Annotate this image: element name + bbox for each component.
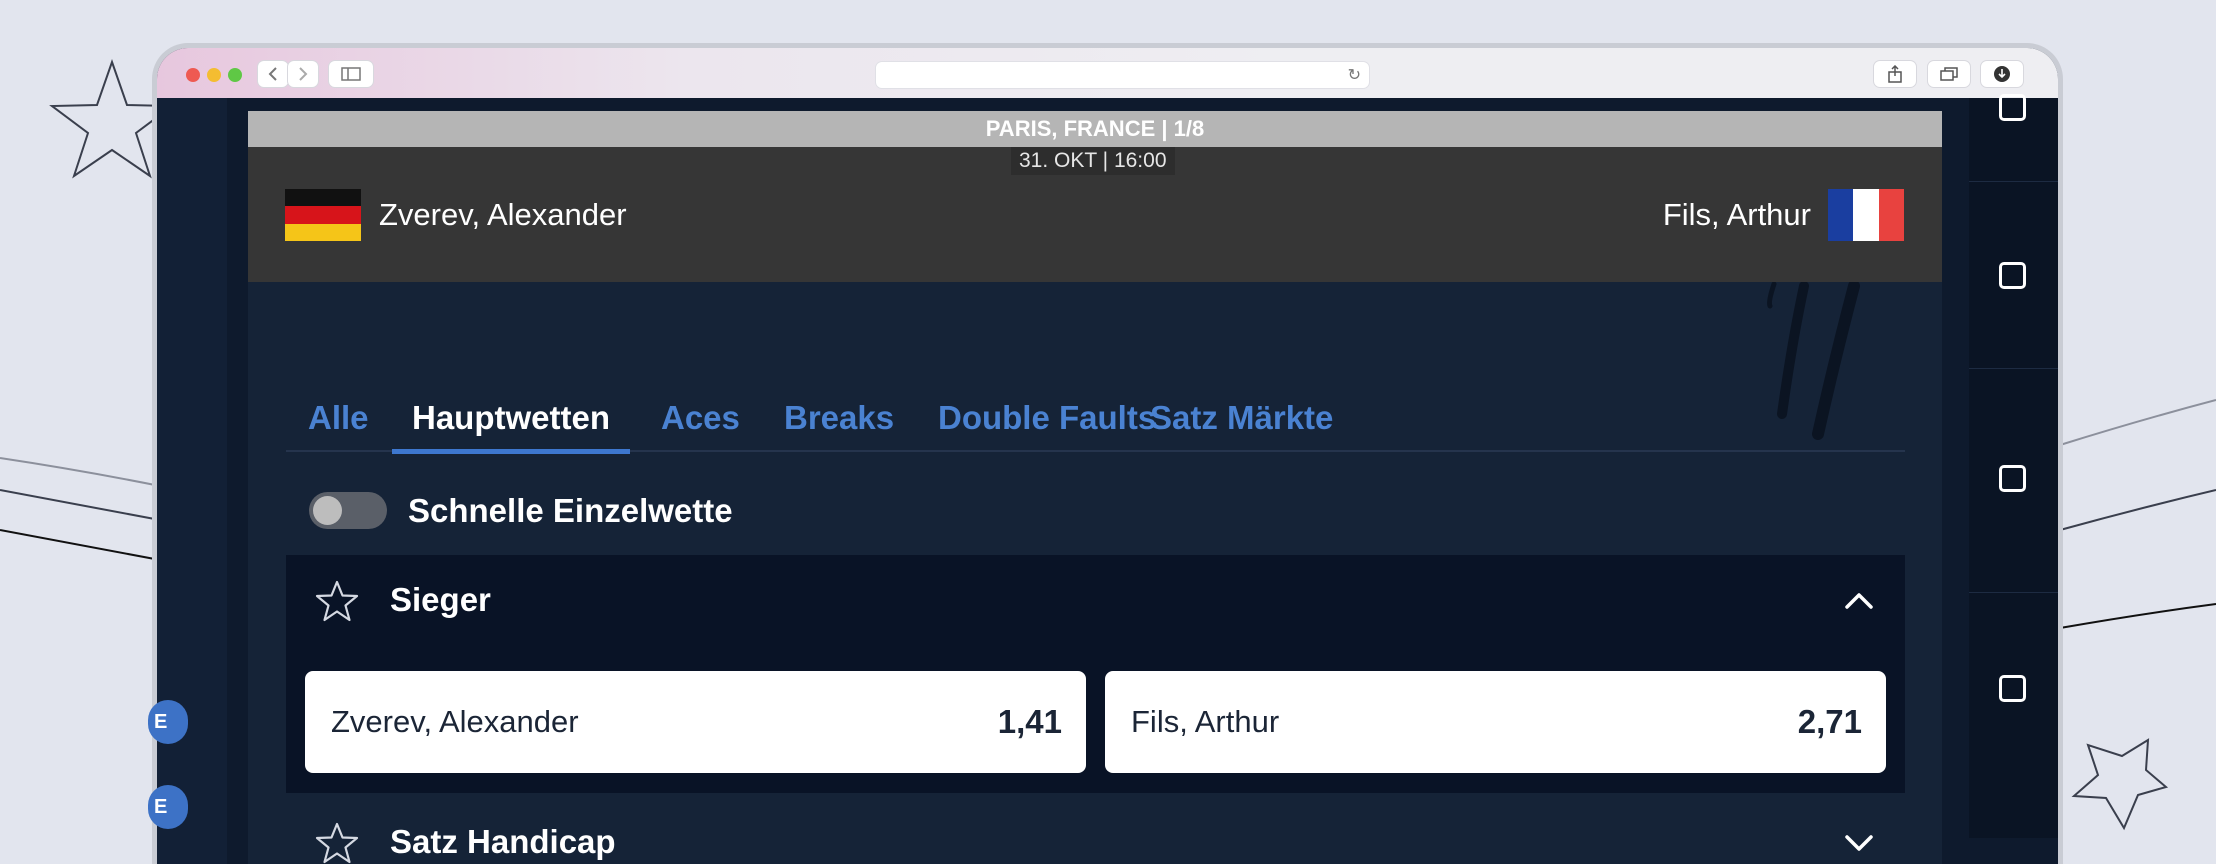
back-button[interactable] (258, 61, 288, 87)
checkbox-icon[interactable] (1999, 465, 2026, 492)
germany-flag-icon (285, 189, 361, 241)
tab-aces[interactable]: Aces (661, 392, 740, 452)
tab-hauptwetten[interactable]: Hauptwetten (392, 392, 630, 454)
chevron-right-icon (299, 67, 308, 81)
odds-selection-name: Zverev, Alexander (331, 704, 579, 739)
odds-button[interactable]: Fils, Arthur 2,71 (1105, 671, 1886, 773)
browser-toolbar: ↻ (157, 48, 2058, 98)
market-sieger: Sieger Zverev, Alexander 1,41 Fils, Arth… (286, 555, 1905, 793)
chevron-down-icon[interactable] (1844, 833, 1874, 853)
share-icon (1888, 65, 1902, 83)
match-header: 31. OKT | 16:00 Zverev, Alexander Fils, … (248, 147, 1942, 282)
share-button[interactable] (1874, 61, 1916, 87)
chevron-left-icon (268, 67, 277, 81)
close-window-button[interactable] (186, 68, 200, 82)
right-rail-row[interactable] (1969, 94, 2058, 182)
minimize-window-button[interactable] (207, 68, 221, 82)
market-satz-handicap[interactable]: Satz Handicap (286, 793, 1905, 864)
download-button[interactable] (1981, 61, 2023, 87)
side-pill-button[interactable]: E (148, 700, 188, 744)
tab-alle[interactable]: Alle (308, 392, 369, 452)
left-sidebar (157, 98, 227, 864)
tabs-button[interactable] (1928, 61, 1970, 87)
tab-breaks[interactable]: Breaks (784, 392, 894, 452)
player2-name: Fils, Arthur (1662, 197, 1811, 232)
odds-value: 2,71 (1797, 703, 1862, 740)
odds-button[interactable]: Zverev, Alexander 1,41 (305, 671, 1086, 773)
download-icon (1994, 66, 2010, 82)
france-flag-icon (1828, 189, 1904, 241)
favorite-star-icon[interactable] (314, 821, 360, 864)
quick-bet-label: Schnelle Einzelwette (408, 492, 733, 529)
player1-name: Zverev, Alexander (379, 197, 627, 232)
odds-value: 1,41 (997, 703, 1062, 740)
tabs-icon (1940, 67, 1958, 81)
market-title: Sieger (390, 581, 491, 618)
checkbox-icon[interactable] (1999, 94, 2026, 121)
side-pill-button[interactable]: E (148, 785, 188, 829)
toggle-knob (313, 496, 342, 525)
right-sidebar (1969, 94, 2058, 838)
right-rail-row[interactable] (1969, 182, 2058, 369)
match-date: 31. OKT | 16:00 (1011, 147, 1175, 175)
tab-double-faults[interactable]: Double Faults (938, 392, 1156, 452)
checkbox-icon[interactable] (1999, 675, 2026, 702)
right-rail-row[interactable] (1969, 593, 2058, 780)
market-title: Satz Handicap (390, 823, 616, 860)
reload-icon[interactable]: ↻ (1348, 65, 1361, 84)
chevron-up-icon[interactable] (1844, 591, 1874, 611)
sidebar-button[interactable] (329, 61, 373, 87)
match-location: PARIS, FRANCE | 1/8 (248, 111, 1942, 147)
right-rail-row[interactable] (1969, 369, 2058, 593)
odds-selection-name: Fils, Arthur (1131, 704, 1280, 739)
sidebar-icon (341, 67, 361, 81)
address-bar[interactable]: ↻ (876, 62, 1369, 88)
quick-bet-toggle[interactable] (309, 492, 387, 529)
favorite-star-icon[interactable] (314, 579, 360, 623)
forward-button[interactable] (288, 61, 318, 87)
checkbox-icon[interactable] (1999, 262, 2026, 289)
match-content: PARIS, FRANCE | 1/8 31. OKT | 16:00 Zver… (248, 111, 1942, 864)
maximize-window-button[interactable] (228, 68, 242, 82)
tab-satz-maerkte[interactable]: Satz Märkte (1150, 392, 1333, 452)
market-tabs: Alle Hauptwetten Aces Breaks Double Faul… (286, 392, 1905, 454)
